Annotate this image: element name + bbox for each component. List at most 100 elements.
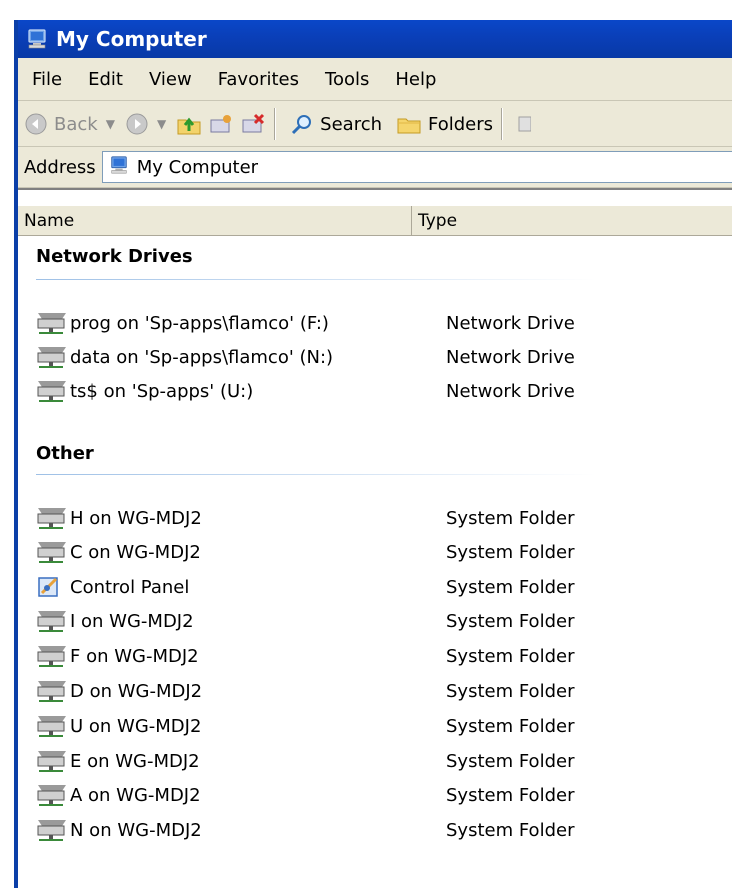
network-drive-icon xyxy=(36,713,70,739)
back-dropdown-icon[interactable]: ▼ xyxy=(106,117,115,131)
column-header-row: Name Type xyxy=(18,206,732,236)
move-to-icon xyxy=(208,112,234,136)
menu-edit[interactable]: Edit xyxy=(75,69,136,90)
network-drive-icon xyxy=(36,643,70,669)
item-type: System Folder xyxy=(446,819,575,841)
item-type: System Folder xyxy=(446,576,575,598)
back-arrow-icon xyxy=(24,112,48,136)
item-name: ts$ on 'Sp-apps' (U:) xyxy=(70,380,254,402)
menu-bar: File Edit View Favorites Tools Help xyxy=(18,58,732,101)
list-item[interactable]: data on 'Sp-apps\flamco' (N:) Network Dr… xyxy=(18,342,618,372)
address-bar: Address My Computer xyxy=(18,146,732,188)
item-name: E on WG-MDJ2 xyxy=(70,750,200,772)
item-name: H on WG-MDJ2 xyxy=(70,507,202,529)
folders-button[interactable]: Folders xyxy=(396,112,493,136)
column-name-header[interactable]: Name xyxy=(18,206,412,235)
back-button[interactable]: Back ▼ xyxy=(24,112,119,136)
network-drive-icon xyxy=(36,678,70,704)
menu-help[interactable]: Help xyxy=(382,69,449,90)
network-drive-icon xyxy=(36,748,70,774)
item-type: System Folder xyxy=(446,645,575,667)
network-drive-icon xyxy=(36,782,70,808)
item-name: I on WG-MDJ2 xyxy=(70,610,194,632)
toolbar-separator xyxy=(274,108,277,140)
item-type: System Folder xyxy=(446,507,575,529)
title-bar[interactable]: My Computer xyxy=(18,20,732,58)
search-label: Search xyxy=(320,113,383,135)
item-type: System Folder xyxy=(446,784,575,806)
up-folder-button[interactable] xyxy=(176,112,202,136)
forward-button[interactable]: ▼ xyxy=(125,112,170,136)
item-name: U on WG-MDJ2 xyxy=(70,715,202,737)
item-name: A on WG-MDJ2 xyxy=(70,784,201,806)
toolbar-separator xyxy=(501,108,504,140)
toolbar: Back ▼ ▼ Search Folders xyxy=(18,100,732,147)
item-type: System Folder xyxy=(446,610,575,632)
group-header-network-drives: Network Drives xyxy=(36,246,193,267)
network-drive-icon xyxy=(36,817,70,843)
item-name: N on WG-MDJ2 xyxy=(70,819,202,841)
control-panel-icon xyxy=(36,574,70,600)
item-type: System Folder xyxy=(446,680,575,702)
menu-tools[interactable]: Tools xyxy=(312,69,382,90)
folders-icon xyxy=(396,112,422,136)
list-item[interactable]: U on WG-MDJ2 System Folder xyxy=(18,711,618,741)
list-item[interactable]: A on WG-MDJ2 System Folder xyxy=(18,780,618,810)
item-type: System Folder xyxy=(446,715,575,737)
network-drive-icon xyxy=(36,505,70,531)
list-item[interactable]: Control Panel System Folder xyxy=(18,572,618,602)
item-type: Network Drive xyxy=(446,312,575,334)
delete-button[interactable] xyxy=(240,112,266,136)
list-item[interactable]: E on WG-MDJ2 System Folder xyxy=(18,746,618,776)
file-list: Name Type Network Drives prog on 'Sp-app… xyxy=(18,188,732,888)
item-name: Control Panel xyxy=(70,576,190,598)
views-button[interactable] xyxy=(517,112,532,136)
item-type: System Folder xyxy=(446,750,575,772)
window-title: My Computer xyxy=(56,27,207,51)
list-item[interactable]: ts$ on 'Sp-apps' (U:) Network Drive xyxy=(18,376,618,406)
list-item[interactable]: C on WG-MDJ2 System Folder xyxy=(18,537,618,567)
menu-view[interactable]: View xyxy=(136,69,205,90)
network-drive-icon xyxy=(36,608,70,634)
folders-label: Folders xyxy=(428,113,494,135)
item-name: prog on 'Sp-apps\flamco' (F:) xyxy=(70,312,329,334)
forward-dropdown-icon[interactable]: ▼ xyxy=(157,117,166,131)
list-item[interactable]: D on WG-MDJ2 System Folder xyxy=(18,676,618,706)
address-value: My Computer xyxy=(136,156,259,178)
item-name: data on 'Sp-apps\flamco' (N:) xyxy=(70,346,334,368)
explorer-window: My Computer File Edit View Favorites Too… xyxy=(14,20,732,888)
network-drive-icon xyxy=(36,539,70,565)
list-item[interactable]: F on WG-MDJ2 System Folder xyxy=(18,641,618,671)
list-item[interactable]: prog on 'Sp-apps\flamco' (F:) Network Dr… xyxy=(18,308,618,338)
address-label: Address xyxy=(24,156,96,178)
item-type: Network Drive xyxy=(446,380,575,402)
address-input[interactable]: My Computer xyxy=(101,151,732,183)
views-icon xyxy=(517,112,532,136)
item-type: Network Drive xyxy=(446,346,575,368)
menu-favorites[interactable]: Favorites xyxy=(205,69,312,90)
network-drive-icon xyxy=(36,378,70,404)
item-name: D on WG-MDJ2 xyxy=(70,680,203,702)
delete-icon xyxy=(240,112,266,136)
column-type-header[interactable]: Type xyxy=(412,206,732,235)
group-divider xyxy=(36,279,596,280)
item-name: C on WG-MDJ2 xyxy=(70,541,201,563)
network-drive-icon xyxy=(36,310,70,336)
up-folder-icon xyxy=(176,112,202,136)
group-header-other: Other xyxy=(36,443,94,464)
list-item[interactable]: N on WG-MDJ2 System Folder xyxy=(18,815,618,845)
back-label: Back xyxy=(54,113,98,135)
search-button[interactable]: Search xyxy=(290,112,382,136)
menu-file[interactable]: File xyxy=(18,69,75,90)
item-type: System Folder xyxy=(446,541,575,563)
forward-arrow-icon xyxy=(125,112,149,136)
my-computer-icon xyxy=(26,28,48,50)
list-item[interactable]: H on WG-MDJ2 System Folder xyxy=(18,503,618,533)
item-name: F on WG-MDJ2 xyxy=(70,645,199,667)
list-item[interactable]: I on WG-MDJ2 System Folder xyxy=(18,606,618,636)
group-divider xyxy=(36,474,596,475)
search-icon xyxy=(290,112,314,136)
move-to-button[interactable] xyxy=(208,112,234,136)
my-computer-icon xyxy=(103,155,129,180)
network-drive-icon xyxy=(36,344,70,370)
